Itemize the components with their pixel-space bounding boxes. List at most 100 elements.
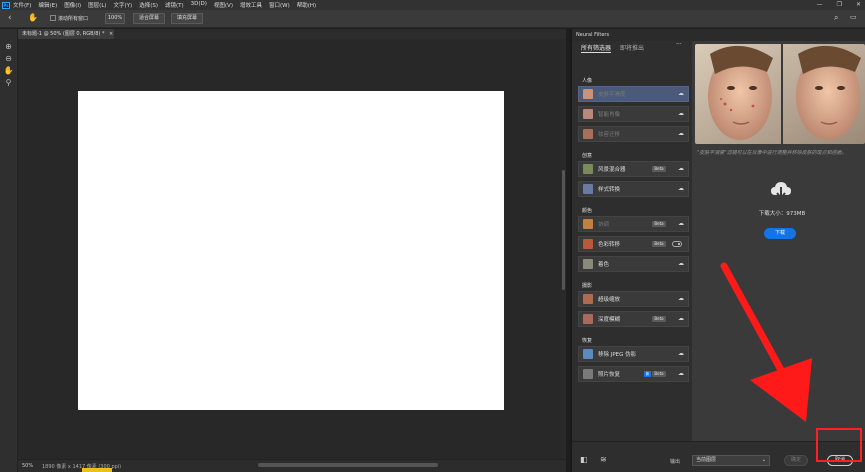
filter-item[interactable]: 照片恢复 新 Beta ☁ (578, 366, 689, 382)
document-tab[interactable]: 未标题-1 @ 50% (图层 0, RGB/8) * × (18, 29, 114, 39)
scroll-all-windows-checkbox[interactable] (50, 15, 56, 21)
filter-item[interactable]: 超级缩放 ☁ (578, 291, 689, 307)
stack-layers-icon[interactable]: ≋ (600, 455, 607, 464)
filter-label: 深度模糊 (598, 317, 621, 323)
menu-item[interactable]: 3D(D) (191, 1, 207, 9)
filter-thumbnail (583, 314, 593, 324)
ok-button[interactable]: 确定 (784, 455, 808, 466)
filter-item[interactable]: 样式转换 ☁ (578, 181, 689, 197)
fill-screen-button[interactable]: 填充屏幕 (171, 13, 203, 24)
beta-badge: Beta (652, 166, 666, 172)
panel-header: Neural Filters (572, 29, 865, 41)
minimize-icon[interactable]: — (817, 1, 823, 8)
chevron-down-icon: ⌄ (761, 457, 766, 463)
filter-item[interactable]: 皮肤平滑度 ☁ (578, 86, 689, 102)
horizontal-scrollbar-thumb[interactable] (258, 463, 438, 467)
taskbar-highlight (82, 468, 112, 472)
magnifier-icon[interactable]: ⚲ (3, 77, 14, 88)
cloud-download-icon (770, 181, 792, 201)
annotation-arrow (716, 262, 826, 428)
filter-thumbnail (583, 89, 593, 99)
filter-label: 协调 (598, 222, 610, 228)
menu-item[interactable]: 编辑(E) (38, 1, 57, 9)
cloud-download-icon[interactable]: ☁ (678, 185, 684, 192)
cloud-download-icon[interactable]: ☁ (678, 220, 684, 227)
zoom-out-icon[interactable]: ⊖ (3, 53, 14, 64)
close-tab-icon[interactable]: × (109, 31, 113, 37)
zoom-level[interactable]: 50% (22, 463, 33, 469)
filter-description: "皮肤平滑度"滤镜可以在肖像中进行调整并移除皮肤的斑点和痘痕。 (697, 150, 847, 156)
menu-item[interactable]: 窗口(W) (269, 1, 290, 9)
filter-label: 照片恢复 (598, 372, 621, 378)
download-button[interactable]: 下载 (764, 228, 796, 239)
menu-item[interactable]: 选择(S) (139, 1, 158, 9)
cloud-download-icon[interactable]: ☁ (678, 90, 684, 97)
layer-preview-icon[interactable]: ◧ (580, 455, 588, 464)
workspace-icon[interactable]: ▭ (850, 13, 857, 21)
beta-badge: Beta (652, 241, 666, 247)
menu-item[interactable]: 文字(Y) (114, 1, 133, 9)
output-select[interactable]: 当前图层 ⌄ (692, 455, 770, 466)
document-canvas[interactable] (78, 91, 504, 410)
filter-item[interactable]: 色彩转移 Beta (578, 236, 689, 252)
menu-item[interactable]: 图层(L) (88, 1, 106, 9)
cloud-download-icon[interactable]: ☁ (678, 295, 684, 302)
download-size: 下载大小：973MB (758, 211, 806, 217)
filter-label: 超级缩放 (598, 297, 621, 303)
filter-thumbnail (583, 164, 593, 174)
document-tab-bar: 未标题-1 @ 50% (图层 0, RGB/8) * × (18, 29, 566, 39)
more-options-icon[interactable]: ··· (676, 41, 682, 48)
close-icon[interactable]: ✕ (856, 1, 861, 8)
cloud-download-icon[interactable]: ☁ (678, 315, 684, 322)
filter-thumbnail (583, 349, 593, 359)
canvas-area[interactable] (18, 39, 566, 459)
cloud-download-icon[interactable]: ☁ (678, 165, 684, 172)
cloud-download-icon[interactable]: ☁ (678, 130, 684, 137)
filter-label: 移除 JPEG 伪影 (598, 352, 637, 358)
menu-bar: Ps 文件(F) 编辑(E) 图像(I) 图层(L) 文字(Y) 选择(S) 滤镜(T) 3D… (0, 0, 865, 10)
filter-item[interactable]: 协调 Beta ☁ (578, 216, 689, 232)
menu-item[interactable]: 图像(I) (64, 1, 81, 9)
filter-item[interactable]: 妆容迁移 ☁ (578, 126, 689, 142)
cloud-download-icon[interactable]: ☁ (678, 370, 684, 377)
vertical-scrollbar-thumb[interactable] (562, 170, 565, 290)
filter-item[interactable]: 智能肖像 ☁ (578, 106, 689, 122)
filter-label: 着色 (598, 262, 610, 268)
cloud-download-icon[interactable]: ☁ (678, 350, 684, 357)
menu-item[interactable]: 视图(V) (214, 1, 233, 9)
window-controls: — ❐ ✕ (817, 1, 861, 8)
filter-item[interactable]: 移除 JPEG 伪影 ☁ (578, 346, 689, 362)
maximize-icon[interactable]: ❐ (837, 1, 842, 8)
menu-item[interactable]: 文件(F) (13, 1, 31, 9)
zoom-in-icon[interactable]: ⊕ (3, 41, 14, 52)
beta-badge: Beta (652, 221, 666, 227)
filter-toggle[interactable] (672, 241, 682, 247)
panel-title: Neural Filters (576, 32, 610, 38)
hand-tool-icon[interactable]: ✋ (3, 65, 14, 76)
cloud-download-icon[interactable]: ☁ (678, 260, 684, 267)
menu-item[interactable]: 滤镜(T) (165, 1, 184, 9)
beta-badge: Beta (652, 316, 666, 322)
filter-item[interactable]: 着色 ☁ (578, 256, 689, 272)
fit-screen-button[interactable]: 适合屏幕 (133, 13, 165, 24)
before-after-preview (695, 44, 865, 144)
filter-thumbnail (583, 294, 593, 304)
output-select-value: 当前图层 (696, 457, 717, 463)
annotation-highlight-box (816, 428, 862, 462)
search-icon[interactable]: ⌕ (834, 13, 838, 23)
filter-thumbnail (583, 259, 593, 269)
new-badge: 新 (644, 371, 651, 377)
cloud-download-icon[interactable]: ☁ (678, 110, 684, 117)
chevron-left-icon[interactable]: ‹ (8, 13, 12, 23)
filter-thumbnail (583, 109, 593, 119)
zoom-value-button[interactable]: 100% (105, 13, 125, 24)
filter-item[interactable]: 风景混合器 Beta ☁ (578, 161, 689, 177)
filter-thumbnail (583, 184, 593, 194)
tab-underline (581, 52, 611, 53)
filter-item[interactable]: 深度模糊 Beta ☁ (578, 311, 689, 327)
tab-coming-soon[interactable]: 即将推出 (620, 43, 644, 52)
tab-all-filters[interactable]: 所有筛选器 (581, 43, 611, 52)
filter-thumbnail (583, 239, 593, 249)
menu-item[interactable]: 增效工具 (240, 1, 262, 9)
menu-item[interactable]: 帮助(H) (297, 1, 316, 9)
